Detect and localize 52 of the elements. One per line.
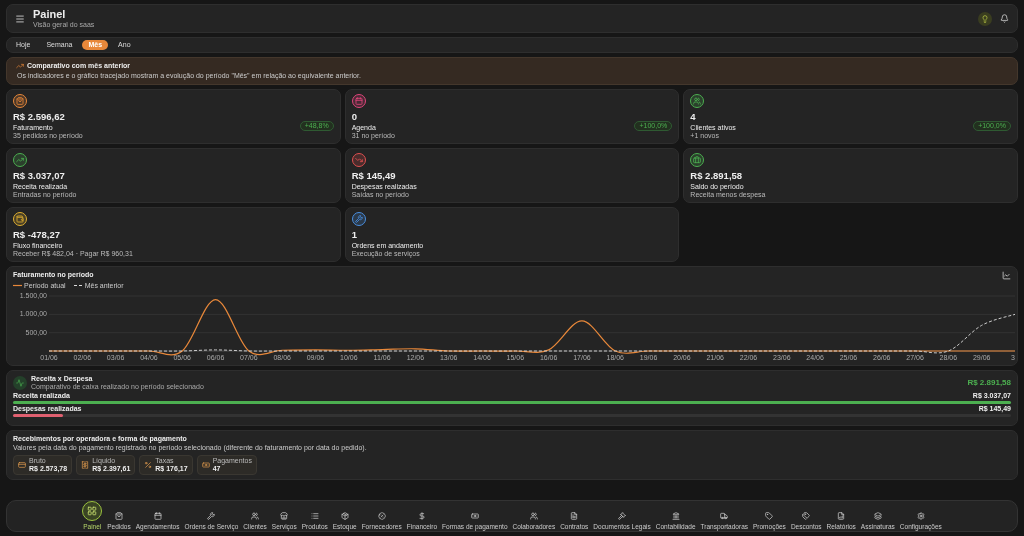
report-icon <box>837 511 846 520</box>
card-icon <box>18 460 26 469</box>
lightbulb-button[interactable] <box>978 11 992 26</box>
stat-value: 4 <box>690 112 696 123</box>
stat-value: R$ -478,27 <box>13 230 60 241</box>
stat-value: R$ 2.891,58 <box>690 171 743 182</box>
page-title: Painel <box>33 8 67 21</box>
truck-icon <box>720 511 729 520</box>
gavel-icon <box>618 511 627 520</box>
bank-icon <box>671 511 680 520</box>
briefcase-icon <box>693 156 702 164</box>
calendar-icon <box>354 97 363 105</box>
legend-line-icon <box>73 284 83 287</box>
stat-value: 0 <box>351 112 357 123</box>
trending-down-icon <box>354 156 363 164</box>
users-icon <box>251 511 260 520</box>
line-chart-icon[interactable] <box>1002 271 1011 280</box>
legend-line-icon <box>13 284 22 287</box>
receipt-icon <box>81 460 90 469</box>
grid-icon <box>87 505 98 516</box>
badge-icon <box>377 511 386 520</box>
percent-icon <box>144 460 153 469</box>
trending-up-icon <box>16 156 24 164</box>
balance-total: R$ 2.891,58 <box>967 378 1011 388</box>
tag-icon <box>765 511 774 520</box>
stat-value: R$ 145,49 <box>351 171 396 182</box>
users-icon <box>529 511 538 520</box>
banknote-icon <box>470 511 479 520</box>
list-icon <box>310 511 319 520</box>
tools-icon <box>354 215 363 223</box>
stat-value: R$ 2.596,62 <box>13 112 65 123</box>
layers-icon <box>873 511 882 520</box>
package-icon <box>340 511 349 520</box>
dollar-icon <box>417 511 426 520</box>
document-icon <box>570 511 579 520</box>
settings-icon <box>916 511 925 520</box>
wallet-icon <box>16 215 24 223</box>
trend-icon <box>16 62 24 70</box>
stat-value: 1 <box>351 230 357 241</box>
stat-value: R$ 3.037,07 <box>13 171 65 182</box>
users-icon <box>693 97 702 105</box>
lightbulb-icon <box>981 14 989 23</box>
store-icon <box>280 511 289 520</box>
bag-icon <box>16 97 24 105</box>
menu-icon[interactable] <box>15 13 25 24</box>
tags-icon <box>802 511 811 520</box>
activity-icon <box>16 379 24 388</box>
banknote-icon <box>201 460 210 469</box>
wrench-icon <box>207 511 216 520</box>
calendar-icon <box>153 511 162 520</box>
notification-icon[interactable] <box>1000 14 1009 23</box>
bag-icon <box>115 511 123 520</box>
